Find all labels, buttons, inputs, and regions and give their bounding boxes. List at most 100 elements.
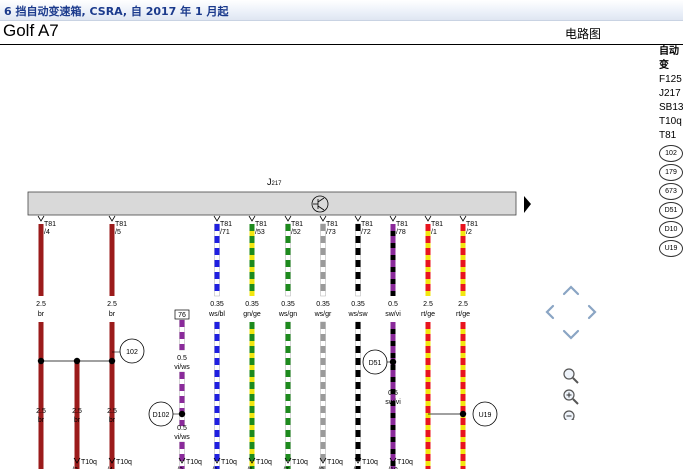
zoom-icon[interactable] xyxy=(563,368,579,384)
node-d51[interactable]: D51 xyxy=(362,349,388,375)
svg-text:D102: D102 xyxy=(153,412,170,419)
node-d102[interactable]: D102 xyxy=(148,401,174,427)
header: Golf A7 电路图 xyxy=(0,20,683,45)
wire-size-label: 2.5 xyxy=(423,301,433,308)
pin-connector-label: T81 xyxy=(44,221,56,228)
legend-circle[interactable]: D10 xyxy=(659,221,683,238)
wire-size-label: 2.5 xyxy=(36,408,46,415)
wire-size-label: 0.5 xyxy=(388,390,398,397)
wire-size-label: 2.5 xyxy=(107,301,117,308)
wire-size-label: 0.5 xyxy=(388,301,398,308)
wire-size-label: 2.5 xyxy=(458,301,468,308)
wire-segment[interactable] xyxy=(38,224,44,296)
bottom-connector-label: T10q xyxy=(256,459,272,466)
bottom-connector-label: T10q xyxy=(81,459,97,466)
legend-circle[interactable]: 673 xyxy=(659,183,683,200)
wire-color-label: br xyxy=(38,311,45,318)
wire-segment[interactable] xyxy=(109,322,115,469)
wire-color-label: br xyxy=(74,417,81,424)
pin-connector-label: T81 xyxy=(220,221,232,228)
wire-color-label: rt/ge xyxy=(421,311,435,318)
bottom-connector-label: T10q xyxy=(292,459,308,466)
zoom-out-icon[interactable] xyxy=(563,410,578,420)
legend-circle[interactable]: 102 xyxy=(659,145,683,162)
wire-color-label: gn/ge xyxy=(243,311,261,318)
zoom-in-icon[interactable] xyxy=(563,389,579,405)
arrow-left-icon[interactable] xyxy=(545,304,555,320)
wire-color-label: ws/bl xyxy=(208,311,225,318)
bottom-connector-label: T10q xyxy=(397,459,413,466)
control-unit-box[interactable] xyxy=(27,191,517,216)
wire-size-label: 0.35 xyxy=(210,301,224,308)
bottom-connector-label: T10q xyxy=(362,459,378,466)
arrow-down-icon[interactable] xyxy=(562,329,580,340)
wire-size-label: 2.5 xyxy=(36,301,46,308)
legend-circle[interactable]: 179 xyxy=(659,164,683,181)
pin-connector-label: T81 xyxy=(255,221,267,228)
legend-item[interactable]: J217 xyxy=(659,87,683,101)
pin-connector-label: T81 xyxy=(396,221,408,228)
wire-color-label: sw/vi xyxy=(385,399,401,406)
legend-circle[interactable]: D51 xyxy=(659,202,683,219)
legend-item[interactable]: T10q xyxy=(659,115,683,129)
pin-connector-label: T81 xyxy=(291,221,303,228)
bottom-connector-label: T10q xyxy=(327,459,343,466)
svg-text:102: 102 xyxy=(126,349,138,356)
document-title: 6 挡自动变速箱, CSRA, 自 2017 年 1 月起 xyxy=(4,5,229,18)
arrow-right-icon[interactable] xyxy=(587,304,597,320)
wire-segment[interactable] xyxy=(38,322,44,469)
component-label: J217 xyxy=(267,177,282,187)
wire-size-label: 0.35 xyxy=(281,301,295,308)
svg-text:U19: U19 xyxy=(479,412,492,419)
bottom-connector-label: T10q xyxy=(221,459,237,466)
bottom-connector-label: T10q xyxy=(186,459,202,466)
wire-color-label: vi/ws xyxy=(174,364,190,371)
pin-number-label: /72 xyxy=(361,229,371,236)
pin-number-label: /5 xyxy=(115,229,121,236)
splice-dot xyxy=(178,410,186,418)
wire-size-label: 0.35 xyxy=(245,301,259,308)
pin-number-label: /52 xyxy=(291,229,301,236)
nav-controls xyxy=(545,285,597,420)
wire-color-label: sw/vi xyxy=(385,311,401,318)
pin-connector-label: T81 xyxy=(431,221,443,228)
pin-number-label: /1 xyxy=(431,229,437,236)
wire-size-label: 0.5 xyxy=(177,425,187,432)
splice-dot xyxy=(73,357,81,365)
wire-color-label: ws/gr xyxy=(314,311,332,318)
wire-size-label: 2.5 xyxy=(72,408,82,415)
wire-segment[interactable] xyxy=(74,361,80,469)
legend-item[interactable]: T81 xyxy=(659,129,683,143)
component-legend: 自动变 F125 J217 SB13 T10q T81 102 179 673 … xyxy=(659,45,683,259)
legend-circle[interactable]: U19 xyxy=(659,240,683,257)
bottom-connector-label: T10q xyxy=(116,459,132,466)
vehicle-model: Golf A7 xyxy=(3,21,59,40)
pin-number-label: /73 xyxy=(326,229,336,236)
splice-dot xyxy=(108,357,116,365)
legend-item[interactable]: SB13 xyxy=(659,101,683,115)
wire-color-label: ws/sw xyxy=(347,311,368,318)
document-type: 电路图 xyxy=(565,27,602,41)
wire-reference-label: 76 xyxy=(178,312,186,319)
wire-size-label: 0.35 xyxy=(316,301,330,308)
wire-color-label: br xyxy=(109,311,116,318)
pin-connector-label: T81 xyxy=(466,221,478,228)
pin-number-label: /4 xyxy=(44,229,50,236)
continuation-arrow-icon xyxy=(524,196,531,213)
node-u19[interactable]: U19 xyxy=(472,401,498,427)
wire-size-label: 0.5 xyxy=(177,355,187,362)
wire-segment[interactable] xyxy=(109,224,115,296)
pin-connector-label: T81 xyxy=(115,221,127,228)
wire-color-label: rt/ge xyxy=(456,311,470,318)
arrow-up-icon[interactable] xyxy=(562,285,580,296)
splice-dot xyxy=(459,410,467,418)
splice-dot xyxy=(37,357,45,365)
svg-text:D51: D51 xyxy=(369,360,382,367)
wire-size-label: 0.35 xyxy=(351,301,365,308)
pin-number-label: /71 xyxy=(220,229,230,236)
pin-connector-label: T81 xyxy=(361,221,373,228)
wire-color-label: vi/ws xyxy=(174,434,190,441)
node-102[interactable]: 102 xyxy=(119,338,145,364)
legend-item[interactable]: F125 xyxy=(659,73,683,87)
title-bar: 6 挡自动变速箱, CSRA, 自 2017 年 1 月起 xyxy=(0,0,683,21)
